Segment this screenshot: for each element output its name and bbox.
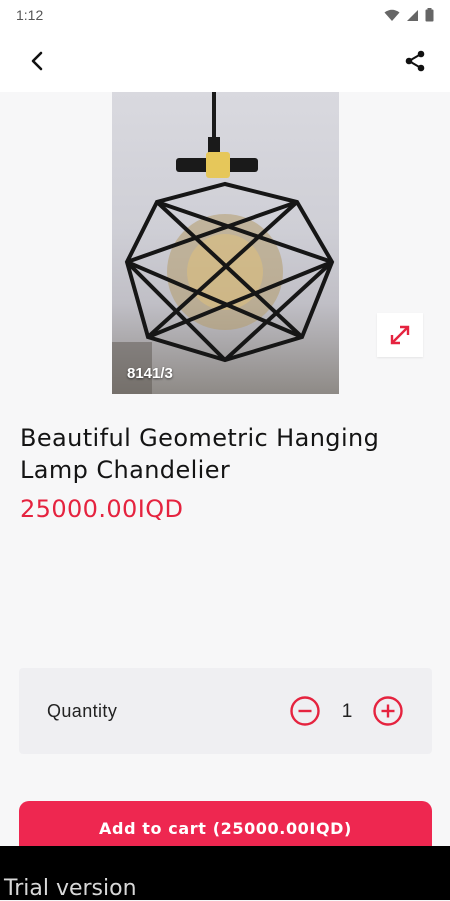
app-bar [0, 30, 450, 92]
plus-circle-icon [373, 696, 403, 726]
product-price: 25000.00IQD [20, 495, 184, 523]
image-counter: 8141/3 [127, 365, 173, 382]
status-icons [384, 8, 434, 22]
back-button[interactable] [22, 46, 52, 76]
trial-version-label: Trial version [4, 876, 137, 901]
quantity-label: Quantity [47, 701, 118, 721]
increase-quantity-button[interactable] [372, 695, 404, 727]
expand-image-button[interactable] [377, 313, 423, 357]
decrease-quantity-button[interactable] [289, 695, 321, 727]
battery-icon [425, 8, 434, 22]
product-title: Beautiful Geometric Hanging Lamp Chandel… [20, 424, 380, 484]
status-bar: 1:12 [0, 0, 450, 30]
status-time: 1:12 [16, 7, 44, 23]
wifi-icon [384, 9, 400, 21]
back-arrow-icon [31, 51, 43, 71]
minus-circle-icon [290, 696, 320, 726]
signal-icon [407, 9, 418, 21]
quantity-card: Quantity 1 [19, 668, 432, 754]
lamp-illustration [112, 92, 335, 394]
quantity-value: 1 [341, 701, 353, 722]
share-button[interactable] [400, 46, 430, 76]
share-icon [405, 50, 425, 72]
expand-icon [390, 325, 410, 345]
product-image[interactable]: 8141/3 [112, 92, 339, 394]
